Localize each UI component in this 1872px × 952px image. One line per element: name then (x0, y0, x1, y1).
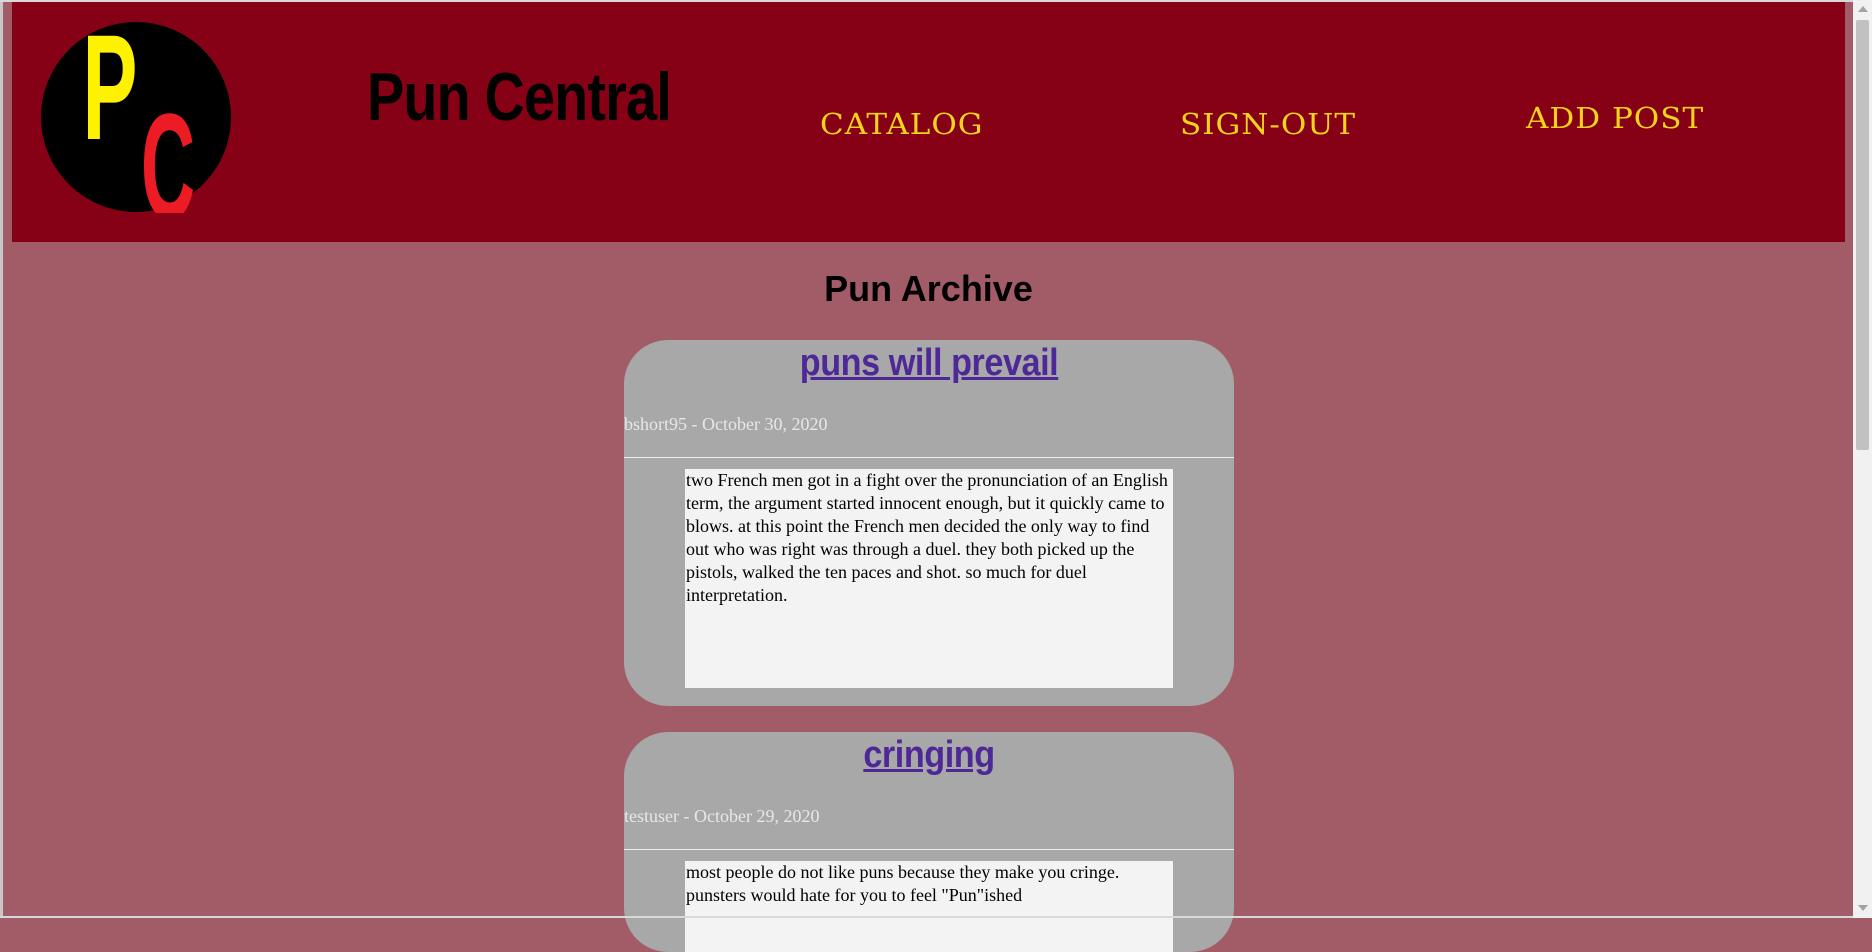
post-author-date: testuser - October 29, 2020 (624, 806, 820, 826)
site-logo[interactable]: P C (40, 21, 232, 213)
nav-sign-out-link[interactable]: Sign-Out (1180, 108, 1356, 141)
post-divider (624, 457, 1234, 458)
post-body: most people do not like puns because the… (685, 861, 1173, 952)
scroll-down-arrow-icon[interactable] (1858, 905, 1868, 911)
scrollbar-thumb[interactable] (1856, 20, 1869, 450)
logo-letter-p: P (82, 21, 137, 171)
scroll-up-arrow-icon[interactable] (1858, 6, 1868, 12)
post-title-link[interactable]: puns will prevail (655, 342, 1204, 385)
nav-catalog-link[interactable]: Catalog (820, 108, 984, 141)
logo-letter-c: C (141, 84, 195, 213)
site-title: Pun Central (367, 59, 672, 135)
post-card: cringing testuser - October 29, 2020 mos… (624, 732, 1234, 952)
nav-add-post-link[interactable]: Add Post (1526, 102, 1704, 135)
window-border-left (0, 0, 3, 918)
site-header: P C Pun Central Catalog Sign-Out Add Pos… (12, 2, 1845, 242)
post-author-date: bshort95 - October 30, 2020 (624, 414, 828, 434)
vertical-scrollbar[interactable] (1853, 0, 1872, 918)
page-title: Pun Archive (824, 268, 1033, 309)
post-divider (624, 849, 1234, 850)
post-title-link[interactable]: cringing (655, 734, 1204, 777)
post-card: puns will prevail bshort95 - October 30,… (624, 340, 1234, 706)
post-body: two French men got in a fight over the p… (685, 469, 1173, 688)
